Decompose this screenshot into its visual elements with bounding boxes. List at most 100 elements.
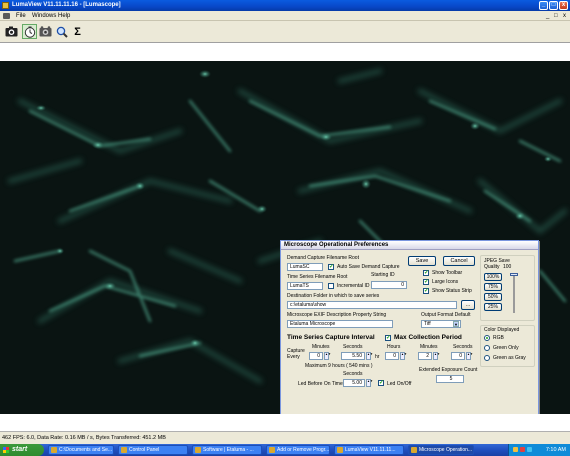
- preferences-dialog: Microscope Operational Preferences Deman…: [280, 240, 539, 414]
- mdi-close-button[interactable]: x: [563, 13, 566, 19]
- taskbar-item[interactable]: Add or Remove Progr...: [266, 445, 330, 455]
- mdi-minimize-button[interactable]: _: [546, 13, 549, 19]
- camera-icon[interactable]: [4, 24, 19, 39]
- menu-windows[interactable]: Windows: [32, 13, 56, 19]
- interval-seconds-spinner[interactable]: ▲▼: [366, 352, 373, 360]
- capture-every-label: Capture Every: [287, 348, 305, 360]
- timeseries-root-input[interactable]: LumaTS: [287, 282, 323, 290]
- led-before-spinner[interactable]: ▲▼: [366, 379, 373, 387]
- status-text: 462 FPS: 6.0, Data Rate: 0.16 MB / s, By…: [2, 435, 166, 441]
- window-title: LumaView V11.11.11.16 - [Lumascope]: [12, 2, 121, 8]
- color-green-only-radio[interactable]: [484, 345, 490, 351]
- max-collection-label: Max Collection Period: [394, 334, 462, 341]
- taskbar-item[interactable]: LumaView V11.11.11...: [334, 445, 404, 455]
- incremental-id-label: Incremental ID: [337, 283, 370, 289]
- taskbar-item-active[interactable]: Microscope Operation...: [408, 445, 474, 455]
- video-icon[interactable]: [38, 24, 53, 39]
- sigma-icon[interactable]: Σ: [70, 24, 85, 39]
- zoom-25-button[interactable]: 25%: [484, 303, 502, 311]
- destination-label: Destination Folder in which to save seri…: [287, 293, 380, 299]
- max-seconds-spinner[interactable]: ▲▼: [466, 352, 473, 360]
- large-icons-label: Large Icons: [432, 279, 459, 285]
- tray-volume-icon[interactable]: [527, 447, 532, 452]
- color-green-gray-label: Green as Gray: [493, 355, 526, 361]
- max-hours-input[interactable]: 0: [385, 352, 399, 360]
- menu-file[interactable]: File: [16, 13, 26, 19]
- save-button[interactable]: Save: [408, 256, 436, 266]
- exif-label: Microscope EXIF Description Property Str…: [287, 312, 387, 318]
- interval-minutes-spinner[interactable]: ▲▼: [324, 352, 331, 360]
- auto-save-label: Auto Save Demand Capture: [337, 264, 400, 270]
- timer-icon[interactable]: [22, 24, 37, 39]
- toolbar: Σ: [0, 21, 570, 43]
- status-bar: 462 FPS: 6.0, Data Rate: 0.16 MB / s, By…: [0, 431, 570, 444]
- control-panel-icon: [121, 447, 127, 453]
- max-minutes-label: Minutes: [420, 344, 438, 350]
- tsc-label: Time Series Capture Interval: [287, 334, 375, 341]
- max-minutes-spinner[interactable]: ▲▼: [433, 352, 440, 360]
- menu-help[interactable]: Help: [58, 13, 70, 19]
- browse-button[interactable]: ...: [461, 300, 475, 310]
- demand-root-input[interactable]: LumaSC: [287, 263, 323, 271]
- maximum-note: Maximum 9 hours ( 540 mins ): [305, 363, 373, 369]
- tray-network-icon[interactable]: [513, 447, 518, 452]
- zoom-icon[interactable]: [54, 24, 69, 39]
- menu-bar: File Windows Help _ □ x: [0, 11, 570, 21]
- color-rgb-radio[interactable]: [484, 335, 490, 341]
- clock: 7:10 AM: [545, 447, 566, 453]
- color-displayed-label: Color Displayed: [484, 327, 520, 333]
- max-collection-checkbox[interactable]: [385, 334, 391, 341]
- zoom-75-button[interactable]: 75%: [484, 283, 502, 291]
- dialog-icon: [411, 447, 417, 453]
- max-seconds-input[interactable]: 0: [451, 352, 465, 360]
- extended-input[interactable]: 5: [436, 375, 464, 383]
- color-green-gray-radio[interactable]: [484, 355, 490, 361]
- starting-id-input[interactable]: 0: [371, 281, 407, 289]
- show-toolbar-label: Show Toolbar: [432, 270, 463, 276]
- color-rgb-label: RGB: [493, 335, 504, 341]
- taskbar-item[interactable]: C:\Documents and Se...: [48, 445, 114, 455]
- tray-alert-icon[interactable]: [520, 447, 525, 452]
- start-button[interactable]: start: [0, 444, 44, 456]
- led-onoff-checkbox[interactable]: [378, 379, 384, 386]
- exif-input[interactable]: Etaluma Microscope: [287, 320, 393, 328]
- show-toolbar-checkbox[interactable]: [423, 269, 429, 276]
- led-onoff-label: Led On/Off: [387, 381, 412, 387]
- incremental-id-checkbox[interactable]: [328, 283, 334, 289]
- start-label: start: [12, 446, 28, 453]
- max-seconds-label: Seconds: [453, 344, 473, 350]
- system-tray: 7:10 AM: [508, 444, 570, 456]
- zoom-50-button[interactable]: 50%: [484, 293, 502, 301]
- extended-label: Extended Exposure Count: [419, 367, 478, 373]
- auto-save-checkbox[interactable]: [328, 263, 334, 270]
- viewer-top-gap: [0, 43, 570, 61]
- zoom-100-button[interactable]: 100%: [484, 273, 502, 281]
- destination-input[interactable]: c:\etaluma\show: [287, 301, 457, 309]
- close-button[interactable]: x: [559, 1, 568, 10]
- dialog-title: Microscope Operational Preferences: [281, 241, 538, 250]
- maximize-button[interactable]: □: [549, 1, 558, 10]
- system-menu-icon[interactable]: [3, 13, 10, 19]
- minimize-button[interactable]: _: [539, 1, 548, 10]
- demand-root-label: Demand Capture Filename Root: [287, 255, 359, 261]
- color-green-only-label: Green Only: [493, 345, 519, 351]
- led-before-input[interactable]: 5.00: [343, 379, 365, 387]
- mdi-restore-button[interactable]: □: [554, 13, 558, 19]
- interval-minutes-input[interactable]: 0: [309, 352, 323, 360]
- taskbar-item[interactable]: Software | Etaluma - ...: [192, 445, 262, 455]
- max-minutes-input[interactable]: 2: [418, 352, 432, 360]
- jpeg-quality-slider-thumb[interactable]: [510, 273, 518, 276]
- jpeg-quality-slider-track[interactable]: [513, 273, 515, 313]
- windows-flag-icon: [3, 447, 9, 453]
- output-format-dropdown-icon[interactable]: ▼: [453, 321, 459, 327]
- jpeg-quality-value: 100: [503, 264, 512, 270]
- interval-seconds-input[interactable]: 5.50: [341, 352, 365, 360]
- taskbar-item[interactable]: Control Panel: [118, 445, 188, 455]
- window-titlebar: LumaView V11.11.11.16 - [Lumascope] _ □ …: [0, 0, 570, 11]
- microscope-image-view[interactable]: Microscope Operational Preferences Deman…: [0, 61, 570, 414]
- large-icons-checkbox[interactable]: [423, 278, 429, 285]
- show-status-checkbox[interactable]: [423, 287, 429, 294]
- led-seconds-label: Seconds: [343, 371, 363, 377]
- cancel-button[interactable]: Cancel: [443, 256, 475, 266]
- max-hours-spinner[interactable]: ▲▼: [400, 352, 407, 360]
